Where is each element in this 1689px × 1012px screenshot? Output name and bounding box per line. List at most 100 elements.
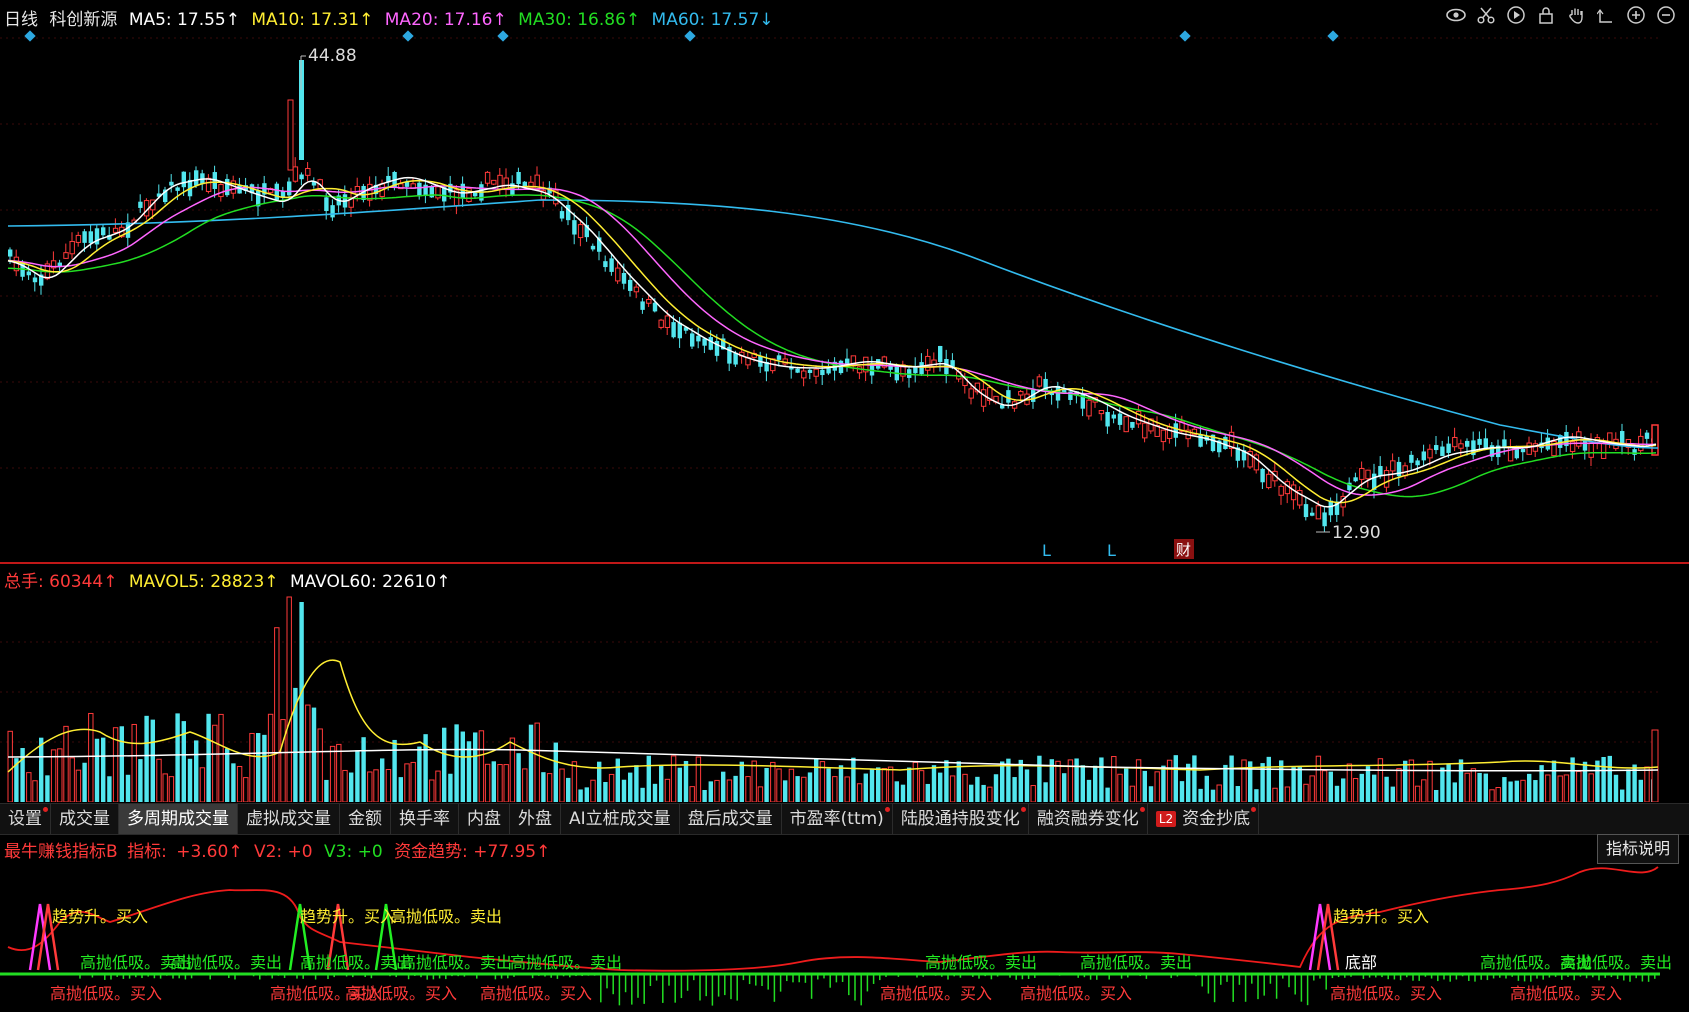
tab-10[interactable]: 市盈率(ttm) bbox=[782, 804, 893, 834]
mavol60-value: MAVOL60: 22610↑ bbox=[289, 572, 451, 592]
tab-label: 陆股通持股变化 bbox=[900, 809, 1020, 829]
volume-bar bbox=[1638, 779, 1643, 802]
candle-body bbox=[225, 178, 230, 196]
candle-body bbox=[603, 261, 608, 268]
tab-7[interactable]: 外盘 bbox=[510, 804, 561, 834]
volume-chart[interactable] bbox=[0, 592, 1689, 802]
volume-bar bbox=[1080, 765, 1085, 802]
ma20-line bbox=[7, 185, 1656, 496]
volume-bar bbox=[1099, 757, 1104, 802]
buy-label: 高抛低吸。买入 bbox=[50, 984, 162, 1003]
volume-bar bbox=[466, 741, 472, 802]
volume-bar bbox=[231, 763, 236, 802]
volume-bar bbox=[1309, 775, 1315, 802]
volume-bar bbox=[783, 780, 788, 802]
tab-4[interactable]: 金额 bbox=[340, 804, 391, 834]
volume-bar bbox=[107, 776, 112, 802]
tab-1[interactable]: 成交量 bbox=[51, 804, 119, 834]
volume-bar bbox=[987, 786, 993, 802]
play-icon[interactable] bbox=[1505, 4, 1527, 26]
volume-bar bbox=[1408, 759, 1415, 802]
tab-11[interactable]: 陆股通持股变化 bbox=[893, 804, 1029, 834]
trend-buy-label: 趋势升。买入 bbox=[300, 907, 396, 926]
tab-8[interactable]: AI立桩成交量 bbox=[561, 804, 680, 834]
volume-bar bbox=[20, 748, 25, 802]
indicator-chart[interactable]: 趋势升。买入 趋势升。买入高抛低吸。卖出 趋势升。买入高抛低吸。卖出高抛低吸。卖出高… bbox=[0, 862, 1689, 1012]
tab-0[interactable]: 设置 bbox=[0, 804, 51, 834]
tab-12[interactable]: 融资融券变化 bbox=[1029, 804, 1148, 834]
candle-body bbox=[1310, 512, 1315, 516]
candle-body bbox=[1477, 438, 1482, 445]
tab-2[interactable]: 多周期成交量 bbox=[119, 804, 238, 834]
candle-body bbox=[1545, 437, 1550, 450]
volume-bar bbox=[1223, 764, 1228, 802]
sell-label: 高抛低吸。卖出 bbox=[300, 953, 412, 972]
event-diamond bbox=[402, 30, 414, 42]
candle-body bbox=[1446, 443, 1451, 453]
volume-bar bbox=[1588, 773, 1594, 802]
candle-body bbox=[1290, 484, 1297, 501]
zoom-out-icon[interactable] bbox=[1655, 4, 1677, 26]
volume-bar bbox=[1142, 770, 1147, 802]
tab-3[interactable]: 虚拟成交量 bbox=[238, 804, 340, 834]
ma20-value: MA20: 17.16↑ bbox=[384, 10, 507, 30]
volume-bar bbox=[249, 732, 255, 802]
volume-bar bbox=[1613, 774, 1619, 802]
volume-bar bbox=[1272, 787, 1278, 802]
volume-bar bbox=[702, 789, 707, 802]
volume-bar bbox=[1154, 771, 1160, 802]
volume-grid bbox=[0, 641, 1660, 743]
volume-bar bbox=[788, 768, 795, 802]
indicator-value: +3.60↑ bbox=[176, 842, 243, 862]
high-price-label: 44.88 bbox=[308, 46, 357, 66]
tab-5[interactable]: 换手率 bbox=[391, 804, 459, 834]
volume-bar bbox=[63, 725, 69, 802]
volume-bar bbox=[1024, 769, 1030, 802]
scissors-icon[interactable] bbox=[1475, 4, 1497, 26]
indicator-name[interactable]: 最牛赚钱指标B bbox=[4, 842, 118, 862]
indicator-explain-button[interactable]: 指标说明 bbox=[1596, 834, 1679, 864]
tab-dot bbox=[1020, 807, 1026, 812]
ma30-line bbox=[7, 194, 1657, 498]
event-diamond bbox=[684, 30, 696, 42]
volume-bar bbox=[1427, 760, 1433, 802]
volume-bar bbox=[876, 767, 881, 802]
tab-9[interactable]: 盘后成交量 bbox=[680, 804, 782, 834]
volume-bar bbox=[534, 722, 540, 802]
candlestick-chart[interactable]: 44.88 12.90 L L 财 bbox=[0, 30, 1689, 562]
zoom-in-icon[interactable] bbox=[1625, 4, 1647, 26]
volume-bar bbox=[1284, 786, 1291, 802]
volume-bar bbox=[566, 777, 571, 802]
candle-body bbox=[968, 388, 974, 399]
candle-body bbox=[664, 315, 671, 328]
volume-bar bbox=[1396, 768, 1402, 802]
undo-icon[interactable] bbox=[1595, 4, 1617, 26]
candle-body bbox=[305, 168, 311, 176]
volume-bar bbox=[1241, 759, 1247, 802]
tab-dot bbox=[1139, 807, 1145, 812]
volume-bar bbox=[1421, 779, 1427, 802]
volume-bar bbox=[460, 731, 465, 802]
candle-body bbox=[181, 171, 186, 188]
ma5-value: MA5: 17.55↑ bbox=[128, 10, 240, 30]
lock-icon[interactable] bbox=[1535, 4, 1557, 26]
candle-body bbox=[913, 366, 918, 374]
volume-bar bbox=[1117, 773, 1123, 802]
volume-bar bbox=[1452, 782, 1457, 802]
volume-bar bbox=[1111, 756, 1117, 802]
candle-body bbox=[1458, 443, 1464, 449]
candle-body bbox=[1142, 422, 1148, 439]
tab-13[interactable]: L2 资金抄底 bbox=[1148, 804, 1260, 834]
mavol5-value: MAVOL5: 28823↑ bbox=[128, 572, 279, 592]
volume-bar bbox=[1266, 756, 1271, 802]
eye-icon[interactable] bbox=[1445, 4, 1467, 26]
tab-6[interactable]: 内盘 bbox=[459, 804, 510, 834]
volume-bar bbox=[1192, 755, 1197, 802]
high-price-annotation: 44.88 bbox=[300, 46, 357, 90]
period-label[interactable]: 日线 bbox=[4, 10, 38, 30]
candle-body bbox=[1266, 473, 1272, 489]
candle-body bbox=[646, 298, 652, 304]
candle-body bbox=[125, 222, 131, 238]
candle-body bbox=[32, 277, 38, 283]
hand-icon[interactable] bbox=[1565, 4, 1587, 26]
